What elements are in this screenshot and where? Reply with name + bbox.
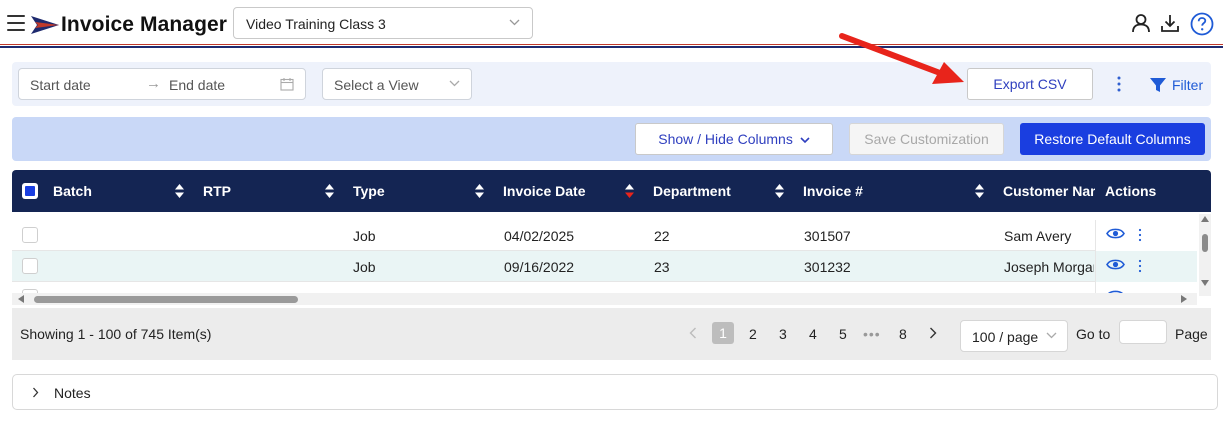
page-4[interactable]: 4 [809,326,817,342]
table-row[interactable]: Job 09/16/2022 23 301232 Joseph Morgan [12,251,1197,282]
row-more-icon[interactable] [1138,228,1142,242]
restore-default-columns-button[interactable]: Restore Default Columns [1020,123,1205,155]
invoice-table: Batch RTP Type Invoice Date Department I… [12,170,1211,360]
page-8[interactable]: 8 [899,326,907,342]
filter-icon [1150,78,1166,92]
per-page-value: 100 / page [972,329,1039,345]
view-select-value: Select a View [334,77,419,93]
cell-type: Job [353,259,376,275]
logo-icon [31,16,59,34]
table-horizontal-scrollbar[interactable] [12,293,1197,305]
calendar-icon [280,78,294,91]
table-header: Batch RTP Type Invoice Date Department I… [12,170,1211,212]
menu-icon[interactable] [7,15,25,31]
app-title: Invoice Manager [61,13,228,36]
sort-icon[interactable] [975,184,984,198]
showing-count: Showing 1 - 100 of 745 Item(s) [20,326,212,342]
chevron-down-icon [449,80,460,87]
goto-page-input[interactable] [1119,320,1167,344]
sort-icon[interactable] [325,184,334,198]
help-icon[interactable] [1190,12,1214,36]
chevron-down-icon [1046,332,1057,339]
class-select-value: Video Training Class 3 [246,16,386,32]
save-customization-button[interactable]: Save Customization [849,123,1004,155]
cell-customer-name: Joseph Morgan [1004,259,1094,275]
scroll-thumb[interactable] [1202,234,1208,252]
export-csv-button[interactable]: Export CSV [967,68,1093,100]
goto-label: Go to [1076,326,1111,342]
page-5[interactable]: 5 [839,326,847,342]
table-footer: Showing 1 - 100 of 745 Item(s) 1 2 3 4 5… [12,308,1211,360]
scroll-left-icon[interactable] [18,295,24,303]
view-eye-icon[interactable] [1106,258,1125,271]
sort-icon[interactable] [775,184,784,198]
view-select[interactable]: Select a View [322,68,472,100]
filter-label: Filter [1172,77,1204,93]
more-options-icon[interactable] [1112,74,1126,94]
range-arrow-icon: → [146,75,161,92]
download-icon[interactable] [1160,13,1180,33]
cell-department: 22 [654,228,670,244]
chevron-down-icon [509,19,520,26]
row-more-icon[interactable] [1138,259,1142,273]
column-header-invoice-number[interactable]: Invoice # [803,170,923,212]
date-range-picker[interactable]: Start date → End date [18,68,306,100]
scroll-thumb[interactable] [34,296,298,303]
end-date-input[interactable]: End date [169,77,225,93]
cell-type: Job [353,228,376,244]
column-header-customer-name[interactable]: Customer Name [1003,170,1095,212]
page-1[interactable]: 1 [712,322,734,344]
column-customization-bar: Show / Hide Columns Save Customization R… [12,117,1211,161]
column-header-rtp[interactable]: RTP [203,170,323,212]
sort-icon[interactable] [175,184,184,198]
user-icon[interactable] [1131,13,1151,33]
cell-invoice-number: 301232 [804,259,851,275]
notes-panel[interactable]: Notes [12,374,1218,410]
column-header-batch[interactable]: Batch [53,170,173,212]
next-page-icon[interactable] [929,326,937,340]
sort-descending-icon[interactable] [625,184,634,198]
actions-cell [1095,251,1197,282]
cell-invoice-date: 09/16/2022 [504,259,575,275]
actions-cell [1095,282,1197,293]
view-eye-icon[interactable] [1106,227,1125,240]
sort-icon[interactable] [475,184,484,198]
page-2[interactable]: 2 [749,326,757,342]
scroll-up-icon[interactable] [1201,216,1209,222]
column-header-invoice-date[interactable]: Invoice Date [503,170,623,212]
per-page-select[interactable]: 100 / page [960,320,1068,352]
chevron-right-icon[interactable] [32,387,39,398]
column-header-type[interactable]: Type [353,170,473,212]
page-3[interactable]: 3 [779,326,787,342]
table-row-partial [12,282,1197,293]
row-checkbox[interactable] [22,227,38,243]
cell-customer-name: Sam Avery [1004,228,1072,244]
row-checkbox[interactable] [22,258,38,274]
notes-label: Notes [54,385,91,401]
show-hide-columns-label: Show / Hide Columns [658,131,793,147]
cell-invoice-number: 301507 [804,228,851,244]
page-ellipsis[interactable]: ••• [863,326,881,342]
table-vertical-scrollbar[interactable] [1199,214,1211,296]
table-row[interactable]: Job 04/02/2025 22 301507 Sam Avery [12,220,1197,251]
page-label: Page [1175,326,1208,342]
actions-cell [1095,220,1197,251]
class-select[interactable]: Video Training Class 3 [233,7,533,39]
prev-page-icon[interactable] [689,326,697,340]
cell-invoice-date: 04/02/2025 [504,228,575,244]
column-header-department[interactable]: Department [653,170,773,212]
select-all-checkbox[interactable] [22,183,38,199]
app-header: Invoice Manager Video Training Class 3 [0,0,1223,44]
show-hide-columns-button[interactable]: Show / Hide Columns [635,123,833,155]
filter-bar: Start date → End date Select a View Expo… [12,62,1211,106]
column-header-actions: Actions [1105,183,1157,199]
cell-department: 23 [654,259,670,275]
start-date-input[interactable]: Start date [30,77,91,93]
scroll-right-icon[interactable] [1181,295,1187,303]
scroll-down-icon[interactable] [1201,280,1209,286]
header-stripe [0,44,1223,48]
chevron-down-icon [800,137,810,143]
table-body: Job 04/02/2025 22 301507 Sam Avery Job 0… [12,220,1197,293]
